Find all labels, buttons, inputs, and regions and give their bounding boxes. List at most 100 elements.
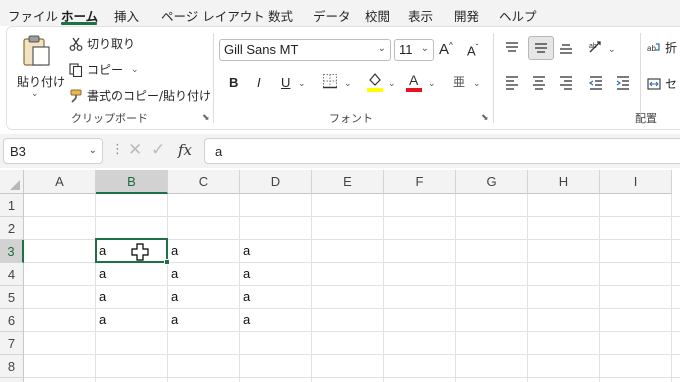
column-header-c[interactable]: C: [168, 170, 240, 194]
column-header-d[interactable]: D: [240, 170, 312, 194]
column-header-i[interactable]: I: [600, 170, 672, 194]
italic-button[interactable]: I: [257, 75, 261, 90]
copy-button[interactable]: コピー ⌄: [69, 61, 139, 78]
formula-input[interactable]: a: [204, 138, 680, 164]
select-all-button[interactable]: [0, 170, 24, 194]
text-orientation-icon: ab: [589, 41, 601, 53]
fill-color-button[interactable]: [366, 71, 384, 96]
svg-text:ab: ab: [589, 43, 597, 50]
cell-c3[interactable]: a: [168, 240, 240, 263]
align-left-button[interactable]: [504, 74, 520, 93]
clipboard-group-label: クリップボード: [71, 112, 148, 125]
cell-d5[interactable]: a: [240, 286, 312, 309]
cell-c6[interactable]: a: [168, 309, 240, 332]
chevron-down-icon: ⌄: [428, 79, 436, 89]
chevron-down-icon: ⌄: [344, 79, 352, 89]
cell-d3[interactable]: a: [240, 240, 312, 263]
merge-center-icon: [647, 77, 661, 90]
ribbon: 貼り付け ⌄ 切り取り コピー ⌄ 書式のコピー/貼り付け クリップボード ⬊ …: [6, 26, 680, 130]
row-header-7[interactable]: 7: [0, 332, 24, 355]
shrink-font-glyph: A: [467, 43, 476, 59]
chevron-down-icon: ⌄: [388, 79, 396, 89]
align-middle-button[interactable]: [528, 36, 554, 60]
tab-data[interactable]: データ: [313, 6, 351, 25]
column-header-h[interactable]: H: [528, 170, 600, 194]
column-header-a[interactable]: A: [24, 170, 96, 194]
cell-b5[interactable]: a: [96, 286, 168, 309]
svg-text:ab: ab: [647, 44, 656, 53]
increase-font-size-button[interactable]: A^: [439, 41, 453, 58]
column-header-b[interactable]: B: [96, 170, 168, 194]
wrap-text-button[interactable]: ab 折: [647, 39, 677, 56]
fill-handle[interactable]: [164, 259, 170, 265]
name-box-value: B3: [10, 144, 26, 159]
paste-button[interactable]: 貼り付け ⌄: [13, 33, 65, 99]
merge-center-button[interactable]: セ: [647, 75, 677, 92]
row-header-3[interactable]: 3: [0, 240, 24, 263]
insert-function-button[interactable]: fx: [178, 141, 192, 159]
align-top-icon: [506, 42, 518, 52]
align-center-icon: [533, 76, 545, 90]
worksheet-grid: ABCDEFGHI123456789aaaaaaaaaaaa: [0, 170, 680, 382]
borders-icon: [323, 74, 337, 89]
paint-bucket-icon: [367, 73, 383, 92]
cancel-icon[interactable]: ✕: [128, 140, 142, 160]
format-painter-button[interactable]: 書式のコピー/貼り付け: [69, 87, 211, 104]
column-header-g[interactable]: G: [456, 170, 528, 194]
underline-button[interactable]: U: [281, 75, 290, 90]
decrease-font-size-button[interactable]: Aˇ: [467, 43, 478, 58]
row-header-9[interactable]: 9: [0, 378, 24, 382]
tab-review[interactable]: 校閲: [365, 6, 390, 25]
tab-file[interactable]: ファイル: [8, 6, 58, 25]
row-header-6[interactable]: 6: [0, 309, 24, 332]
group-divider: [493, 33, 494, 123]
tab-page-layout[interactable]: ページ レイアウト: [161, 6, 265, 25]
ribbon-tab-bar: ファイル ホーム 挿入 ページ レイアウト 数式 データ 校閲 表示 開発 ヘル…: [0, 0, 680, 26]
decrease-indent-button[interactable]: [588, 74, 604, 93]
row-header-4[interactable]: 4: [0, 263, 24, 286]
alignment-group-label: 配置: [635, 112, 657, 125]
more-options-icon[interactable]: ⋮: [111, 142, 124, 157]
bold-button[interactable]: B: [229, 75, 238, 90]
align-bottom-button[interactable]: [558, 40, 574, 59]
align-right-button[interactable]: [558, 74, 574, 93]
cell-c5[interactable]: a: [168, 286, 240, 309]
phonetic-guide-button[interactable]: 亜: [453, 73, 465, 90]
row-header-5[interactable]: 5: [0, 286, 24, 309]
font-size-dropdown[interactable]: 11 ⌄: [394, 39, 434, 61]
cell-c4[interactable]: a: [168, 263, 240, 286]
enter-icon[interactable]: ✓: [151, 140, 165, 160]
cell-d4[interactable]: a: [240, 263, 312, 286]
tab-formulas[interactable]: 数式: [268, 6, 293, 25]
gridline: [24, 216, 680, 217]
orientation-button[interactable]: ab: [588, 39, 606, 58]
align-top-button[interactable]: [504, 40, 520, 59]
name-box[interactable]: B3 ⌄: [3, 138, 103, 164]
row-header-1[interactable]: 1: [0, 194, 24, 217]
gridline: [24, 354, 680, 355]
borders-button[interactable]: [322, 73, 338, 92]
dialog-launcher-icon[interactable]: ⬊: [481, 113, 489, 123]
dialog-launcher-icon[interactable]: ⬊: [202, 113, 210, 123]
cell-d6[interactable]: a: [240, 309, 312, 332]
row-header-2[interactable]: 2: [0, 217, 24, 240]
tab-developer[interactable]: 開発: [454, 6, 479, 25]
font-size-value: 11: [399, 42, 413, 57]
increase-indent-button[interactable]: [615, 74, 631, 93]
tab-help[interactable]: ヘルプ: [499, 6, 537, 25]
tab-view[interactable]: 表示: [408, 6, 433, 25]
tab-insert[interactable]: 挿入: [114, 6, 139, 25]
align-right-icon: [560, 76, 572, 90]
column-header-e[interactable]: E: [312, 170, 384, 194]
font-name-dropdown[interactable]: Gill Sans MT ⌄: [219, 39, 391, 61]
cell-b6[interactable]: a: [96, 309, 168, 332]
gridline: [24, 377, 680, 378]
grow-font-glyph: A: [439, 41, 450, 58]
font-color-button[interactable]: A: [405, 71, 423, 96]
row-header-8[interactable]: 8: [0, 355, 24, 378]
column-header-f[interactable]: F: [384, 170, 456, 194]
paste-icon: [23, 35, 50, 66]
align-center-button[interactable]: [531, 74, 547, 93]
cell-b4[interactable]: a: [96, 263, 168, 286]
cut-button[interactable]: 切り取り: [69, 35, 135, 52]
